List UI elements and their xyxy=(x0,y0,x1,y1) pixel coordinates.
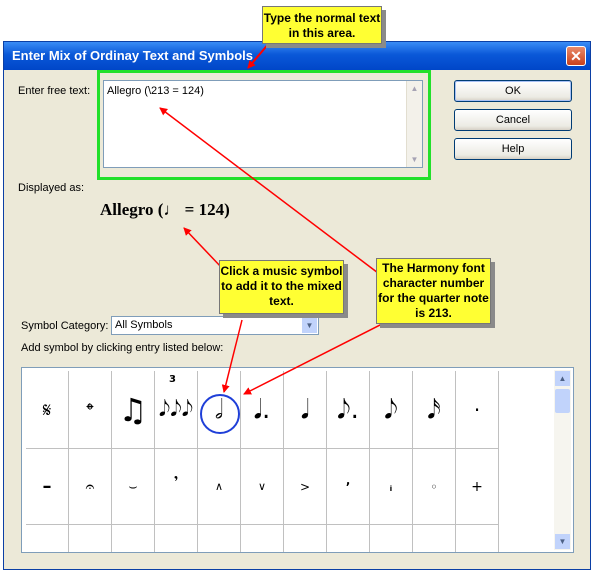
ok-button[interactable]: OK xyxy=(454,80,572,102)
text-scrollbar[interactable]: ▲ ▼ xyxy=(406,81,422,167)
add-symbol-label: Add symbol by clicking entry listed belo… xyxy=(21,342,224,354)
symbol-dot-icon[interactable]: · xyxy=(456,371,499,449)
symbol-accent-icon[interactable]: > xyxy=(284,449,327,525)
symbol-triplet-icon[interactable]: 3 𝅘𝅥𝅮𝅘𝅥𝅮𝅘𝅥𝅮 xyxy=(155,371,198,449)
symbol-tenuto-icon[interactable]: – xyxy=(26,449,69,525)
cancel-button[interactable]: Cancel xyxy=(454,109,572,131)
displayed-preview: Allegro (♩ = 124) xyxy=(100,200,230,219)
grid-scroll-up-icon[interactable]: ▲ xyxy=(555,371,570,386)
symbol-stopped-icon[interactable]: + xyxy=(456,449,499,525)
symbol-sixteenth-note-icon[interactable]: 𝅘𝅥𝅯 xyxy=(413,371,456,449)
callout-normal-text: Type the normal text in this area. xyxy=(262,6,382,44)
symbol-category-label: Symbol Category: xyxy=(21,320,109,332)
close-button[interactable]: ✕ xyxy=(566,46,586,66)
symbol-cell-empty[interactable] xyxy=(155,525,198,552)
free-text-input[interactable]: Allegro (\213 = 124) ▲ ▼ xyxy=(103,80,423,168)
symbol-cell-empty[interactable] xyxy=(198,525,241,552)
symbol-fermata-icon[interactable]: 𝄐 xyxy=(69,449,112,525)
grid-scroll-down-icon[interactable]: ▼ xyxy=(555,534,570,549)
symbol-marcato-icon[interactable]: ∧ xyxy=(198,449,241,525)
scroll-down-icon[interactable]: ▼ xyxy=(408,153,421,166)
symbol-dotted-eighth-icon[interactable]: 𝅘𝅥𝅮. xyxy=(327,371,370,449)
dialog-title: Enter Mix of Ordinay Text and Symbols xyxy=(4,42,590,70)
help-button[interactable]: Help xyxy=(454,138,572,160)
scroll-up-icon[interactable]: ▲ xyxy=(408,82,421,95)
symbol-half-note-icon[interactable]: 𝅗𝅥 xyxy=(198,371,241,449)
symbol-cell-empty[interactable] xyxy=(112,525,155,552)
displayed-as-label: Displayed as: xyxy=(18,182,85,194)
callout-harmony-font: The Harmony font character number for th… xyxy=(376,258,491,324)
symbol-cell-empty[interactable] xyxy=(456,525,499,552)
triplet-notes: 𝅘𝅥𝅮𝅘𝅥𝅮𝅘𝅥𝅮 xyxy=(158,397,194,422)
chevron-down-icon[interactable]: ▼ xyxy=(302,318,317,333)
symbol-harmonic-icon[interactable]: ◦ xyxy=(413,449,456,525)
symbol-fermata-below-icon[interactable]: ⌣ xyxy=(112,449,155,525)
symbol-cell-empty[interactable] xyxy=(26,525,69,552)
symbol-staccatissimo-below-icon[interactable]: ᵢ xyxy=(370,449,413,525)
grid-scrollbar[interactable]: ▲ ▼ xyxy=(554,370,571,550)
symbol-cell-empty[interactable] xyxy=(241,525,284,552)
symbol-category-value: All Symbols xyxy=(115,319,173,331)
callout-click-symbol: Click a music symbol to add it to the mi… xyxy=(219,260,344,314)
symbol-cell-empty[interactable] xyxy=(370,525,413,552)
symbol-cell-empty[interactable] xyxy=(69,525,112,552)
symbol-cell-empty[interactable] xyxy=(413,525,456,552)
symbol-marcato-below-icon[interactable]: ∨ xyxy=(241,449,284,525)
free-text-label: Enter free text: xyxy=(18,85,91,97)
symbol-coda-icon[interactable]: 𝄌 xyxy=(69,371,112,449)
grid-scroll-thumb[interactable] xyxy=(555,389,570,413)
symbol-grid: 𝄋 𝄌 ♫ 3 𝅘𝅥𝅮𝅘𝅥𝅮𝅘𝅥𝅮 𝅗𝅥 𝅘𝅥. 𝅘𝅥 𝅘𝅥𝅮. 𝅘𝅥𝅮 𝅘𝅥𝅯… xyxy=(21,367,574,553)
free-text-value: Allegro (\213 = 124) xyxy=(107,85,204,97)
symbol-dotted-quarter-icon[interactable]: 𝅘𝅥. xyxy=(241,371,284,449)
symbol-eighth-note-icon[interactable]: 𝅘𝅥𝅮 xyxy=(370,371,413,449)
symbol-beamed-eighths-icon[interactable]: ♫ xyxy=(112,371,155,449)
symbol-category-select[interactable]: All Symbols ▼ xyxy=(111,316,319,335)
symbol-cell-empty[interactable] xyxy=(327,525,370,552)
symbol-staccatissimo-icon[interactable]: ʼ xyxy=(327,449,370,525)
symbol-cell-empty[interactable] xyxy=(284,525,327,552)
symbol-quarter-note-icon[interactable]: 𝅘𝅥 xyxy=(284,371,327,449)
triplet-number: 3 xyxy=(169,374,176,385)
symbol-breath-mark-icon[interactable]: 𝄒 xyxy=(155,449,198,525)
symbol-segno-icon[interactable]: 𝄋 xyxy=(26,371,69,449)
